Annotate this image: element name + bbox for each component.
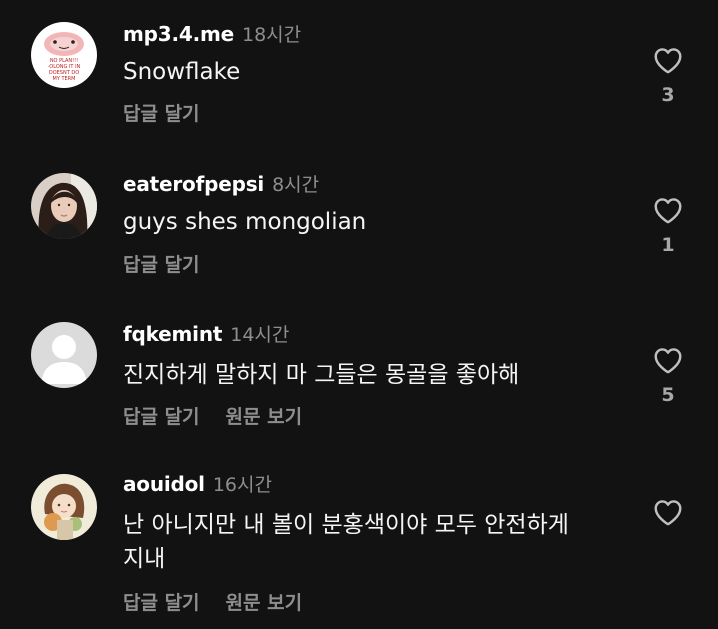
like-count: 3 (661, 84, 675, 106)
like-button[interactable] (650, 499, 686, 526)
heart-icon (654, 500, 682, 526)
comment-header: mp3.4.me 18시간 (123, 20, 301, 47)
reply-button[interactable]: 답글 달기 (123, 103, 200, 125)
timestamp: 18시간 (242, 24, 302, 46)
heart-icon (654, 348, 682, 374)
comment-header: aouidol 16시간 (123, 470, 272, 497)
timestamp: 8시간 (272, 174, 320, 196)
timestamp: 16시간 (212, 474, 272, 496)
reply-button[interactable]: 답글 달기 (123, 254, 200, 276)
reply-button[interactable]: 답글 달기 (123, 592, 200, 614)
avatar[interactable] (31, 474, 97, 540)
comment-text-line: 난 아니지만 내 볼이 분홍색이야 모두 안전하게 (123, 512, 569, 538)
avatar[interactable] (31, 322, 97, 388)
comment-header: eaterofpepsi 8시간 (123, 170, 319, 197)
like-button[interactable]: 5 (650, 347, 686, 406)
see-original-button[interactable]: 원문 보기 (226, 406, 303, 428)
comment-actions: 답글 달기 원문 보기 (123, 402, 328, 429)
avatar[interactable] (31, 173, 97, 239)
like-button[interactable]: 3 (650, 47, 686, 106)
comment-actions: 답글 달기 원문 보기 (123, 588, 328, 615)
comment-text: Snowflake (123, 59, 241, 85)
heart-icon (654, 198, 682, 224)
like-count: 5 (661, 384, 675, 406)
username[interactable]: aouidol (123, 472, 205, 496)
avatar[interactable]: NO PLAN!!! ·OLONG IT IN DOESNT DO MY TER… (31, 22, 97, 88)
comment-actions: 답글 달기 (123, 99, 226, 126)
like-count: 1 (661, 234, 675, 256)
username[interactable]: eaterofpepsi (123, 172, 264, 196)
comment-text: guys shes mongolian (123, 209, 367, 235)
comment-text: 진지하게 말하지 마 그들은 몽골을 좋아해 (123, 362, 520, 388)
comment-actions: 답글 달기 (123, 250, 226, 277)
comment-header: fqkemint 14시간 (123, 320, 289, 347)
username[interactable]: mp3.4.me (123, 22, 234, 46)
comment-text: 난 아니지만 내 볼이 분홍색이야 모두 안전하게 지내 (123, 508, 623, 576)
heart-icon (654, 48, 682, 74)
timestamp: 14시간 (230, 324, 290, 346)
see-original-button[interactable]: 원문 보기 (226, 592, 303, 614)
comment-text-line: 지내 (123, 546, 166, 572)
like-button[interactable]: 1 (650, 197, 686, 256)
reply-button[interactable]: 답글 달기 (123, 406, 200, 428)
avatar-caption: MY TERM (53, 76, 76, 82)
username[interactable]: fqkemint (123, 322, 222, 346)
